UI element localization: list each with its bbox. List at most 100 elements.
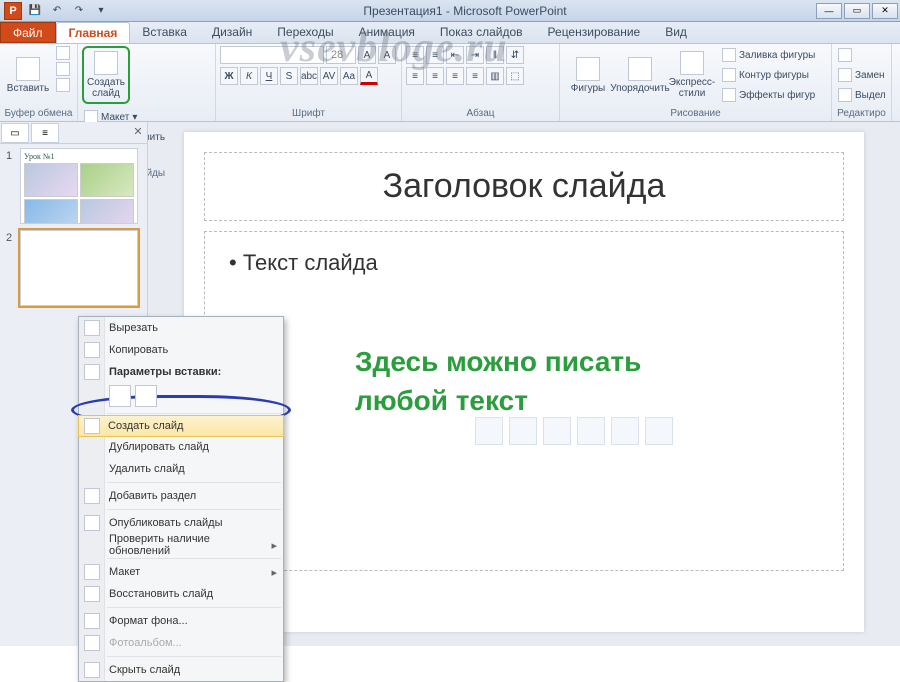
save-icon[interactable]: 💾	[26, 2, 44, 20]
picture-icon[interactable]	[577, 417, 605, 445]
paste-option-2[interactable]	[135, 385, 157, 407]
annotation-text: Здесь можно писать любой текст	[355, 342, 641, 420]
ctx-reset-slide[interactable]: Восстановить слайд	[79, 583, 283, 605]
underline-icon[interactable]: Ч	[260, 67, 278, 85]
slide-title-text: Заголовок слайда	[219, 167, 829, 206]
align-left-icon[interactable]: ≡	[406, 67, 424, 85]
chevron-right-icon: ▸	[271, 566, 277, 579]
shape-outline-button[interactable]: Контур фигуры	[720, 66, 817, 84]
qa-dropdown[interactable]: ▾	[92, 2, 110, 20]
close-button[interactable]: ✕	[872, 3, 898, 19]
indent-inc-icon[interactable]: ⇥	[466, 46, 484, 64]
italic-icon[interactable]: К	[240, 67, 258, 85]
ctx-delete-slide[interactable]: Удалить слайд	[79, 458, 283, 480]
ctx-format-background[interactable]: Формат фона...	[79, 610, 283, 632]
tab-review[interactable]: Рецензирование	[536, 22, 654, 43]
ctx-layout[interactable]: Макет▸	[79, 561, 283, 583]
decrease-font-icon[interactable]: A	[378, 46, 396, 64]
shadow-icon[interactable]: abc	[300, 67, 318, 85]
app-icon[interactable]: P	[4, 2, 22, 20]
tab-insert[interactable]: Вставка	[130, 22, 200, 43]
slide-bullet-text: • Текст слайда	[229, 250, 819, 276]
paste-option-1[interactable]	[109, 385, 131, 407]
tab-home[interactable]: Главная	[56, 22, 131, 43]
annotation-line1: Здесь можно писать	[355, 346, 641, 377]
find-button[interactable]	[836, 46, 888, 64]
chart-icon[interactable]	[509, 417, 537, 445]
change-case-icon[interactable]: Aa	[340, 67, 358, 85]
maximize-button[interactable]: ▭	[844, 3, 870, 19]
paste-button[interactable]: Вставить	[4, 46, 52, 104]
text-direction-icon[interactable]: ⇵	[506, 46, 524, 64]
outline-tab-icon[interactable]: ≡	[31, 123, 59, 143]
replace-button[interactable]: Замен	[836, 66, 888, 84]
bullets-icon[interactable]: ≡	[406, 46, 424, 64]
indent-dec-icon[interactable]: ⇤	[446, 46, 464, 64]
thumb-title: Урок №1	[24, 152, 134, 161]
arrange-button[interactable]: Упорядочить	[616, 46, 664, 104]
smartart-insert-icon[interactable]	[543, 417, 571, 445]
thumb-1[interactable]: 1 Урок №1	[6, 148, 141, 224]
tab-design[interactable]: Дизайн	[200, 22, 265, 43]
font-size-combo[interactable]: 28	[326, 46, 356, 64]
slides-tab-icon[interactable]: ▭	[1, 123, 29, 143]
align-center-icon[interactable]: ≡	[426, 67, 444, 85]
new-slide-button[interactable]: Создать слайд	[82, 46, 130, 104]
thumbnail[interactable]	[20, 230, 138, 306]
strike-icon[interactable]: S	[280, 67, 298, 85]
new-slide-icon	[84, 418, 100, 434]
font-color-icon[interactable]: A	[360, 67, 378, 85]
tab-file[interactable]: Файл	[0, 22, 56, 43]
font-name-combo[interactable]	[220, 46, 324, 64]
format-painter-icon[interactable]	[56, 78, 70, 92]
title-placeholder[interactable]: Заголовок слайда	[204, 152, 844, 221]
thumbnail[interactable]: Урок №1	[20, 148, 138, 224]
align-right-icon[interactable]: ≡	[446, 67, 464, 85]
window-controls: — ▭ ✕	[816, 3, 900, 19]
tab-transitions[interactable]: Переходы	[265, 22, 346, 43]
numbering-icon[interactable]: ≡	[426, 46, 444, 64]
shape-effects-button[interactable]: Эффекты фигур	[720, 86, 817, 104]
smartart-icon[interactable]: ⬚	[506, 67, 524, 85]
thumb-2[interactable]: 2	[6, 230, 141, 306]
table-icon[interactable]	[475, 417, 503, 445]
slide-editor[interactable]: Заголовок слайда • Текст слайда Здесь мо…	[184, 132, 864, 632]
ctx-duplicate-slide[interactable]: Дублировать слайд	[79, 436, 283, 458]
copy-icon[interactable]	[56, 62, 70, 76]
select-button[interactable]: Выдел	[836, 86, 888, 104]
cut-icon[interactable]	[56, 46, 70, 60]
annotation-line2: любой текст	[355, 385, 528, 416]
panel-close-icon[interactable]: ✕	[129, 122, 147, 140]
shapes-button[interactable]: Фигуры	[564, 46, 612, 104]
line-spacing-icon[interactable]: ‖	[486, 46, 504, 64]
tab-view[interactable]: Вид	[653, 22, 700, 43]
ctx-new-slide[interactable]: Создать слайд	[78, 415, 284, 437]
minimize-button[interactable]: —	[816, 3, 842, 19]
columns-icon[interactable]: ▥	[486, 67, 504, 85]
undo-icon[interactable]: ↶	[48, 2, 66, 20]
media-icon[interactable]	[645, 417, 673, 445]
ctx-copy[interactable]: Копировать	[79, 339, 283, 361]
tab-slideshow[interactable]: Показ слайдов	[428, 22, 536, 43]
tab-animations[interactable]: Анимация	[347, 22, 428, 43]
add-section-icon	[84, 488, 100, 504]
increase-font-icon[interactable]: A	[358, 46, 376, 64]
group-clipboard: Вставить Буфер обмена	[0, 44, 78, 121]
ctx-cut[interactable]: Вырезать	[79, 317, 283, 339]
char-spacing-icon[interactable]: AV	[320, 67, 338, 85]
bold-icon[interactable]: Ж	[220, 67, 238, 85]
paste-icon	[16, 57, 40, 81]
redo-icon[interactable]: ↷	[70, 2, 88, 20]
align-justify-icon[interactable]: ≡	[466, 67, 484, 85]
content-placeholder[interactable]: • Текст слайда Здесь можно писать любой …	[204, 231, 844, 571]
ctx-check-updates[interactable]: Проверить наличие обновлений▸	[79, 534, 283, 556]
quick-styles-button[interactable]: Экспресс-стили	[668, 46, 716, 104]
ctx-add-section[interactable]: Добавить раздел	[79, 485, 283, 507]
photo-album-icon	[84, 635, 100, 651]
separator	[107, 656, 281, 657]
ctx-hide-slide[interactable]: Скрыть слайд	[79, 659, 283, 681]
shape-fill-button[interactable]: Заливка фигуры	[720, 46, 817, 64]
ctx-publish-slides[interactable]: Опубликовать слайды	[79, 512, 283, 534]
clipart-icon[interactable]	[611, 417, 639, 445]
select-label: Выдел	[855, 90, 886, 101]
